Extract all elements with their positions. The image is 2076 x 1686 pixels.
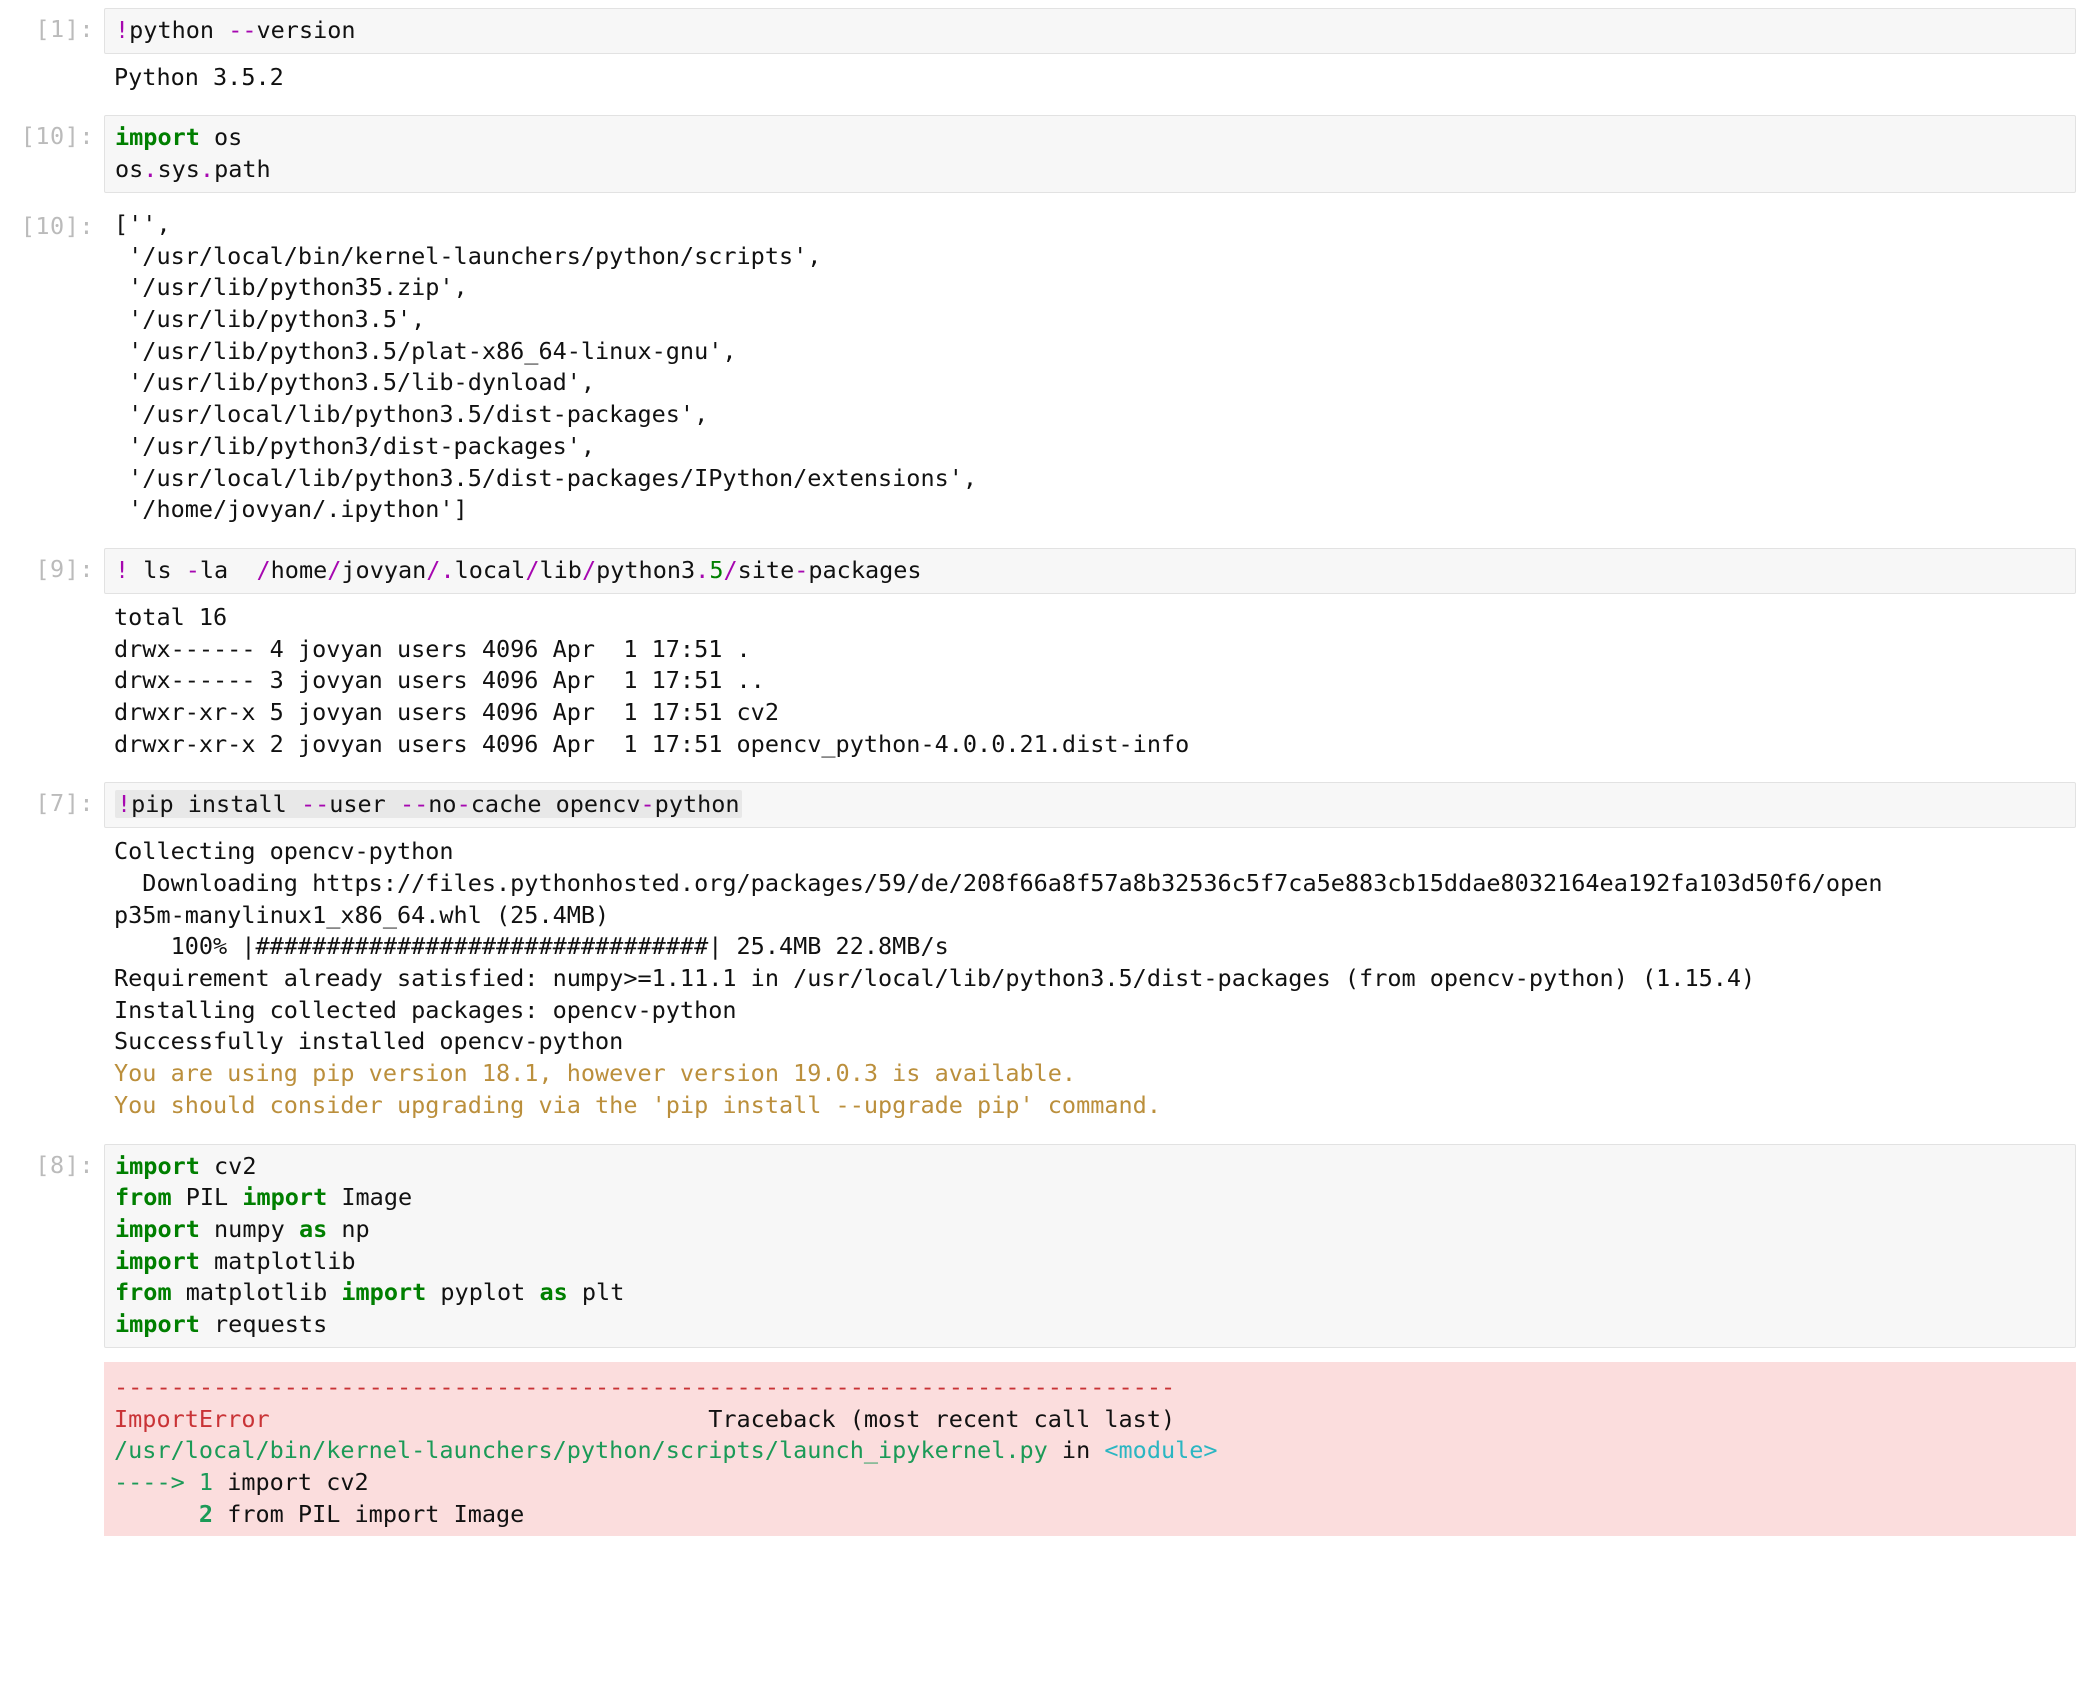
code-input[interactable]: !pip install --user --no-cache opencv-py… (104, 782, 2076, 828)
output-text: Python 3.5.2 (104, 54, 2076, 94)
code-input[interactable]: import os os.sys.path (104, 115, 2076, 192)
output-text: ['', '/usr/local/bin/kernel-launchers/py… (114, 209, 2066, 526)
output-text: Collecting opencv-python Downloading htt… (114, 836, 2066, 1058)
error-output: ----------------------------------------… (104, 1362, 2076, 1537)
output-warning: You are using pip version 18.1, however … (114, 1058, 2066, 1121)
code-input[interactable]: import cv2 from PIL import Image import … (104, 1144, 2076, 1348)
in-prompt: [10]: (0, 115, 104, 192)
code-cell[interactable]: [1]: !python --version Python 3.5.2 (0, 8, 2076, 93)
in-prompt: [1]: (0, 8, 104, 93)
out-prompt: [10]: (0, 205, 104, 526)
code-cell[interactable]: [7]: !pip install --user --no-cache open… (0, 782, 2076, 1121)
in-prompt: [9]: (0, 548, 104, 760)
code-text: !pip install --user --no-cache opencv-py… (115, 789, 2065, 821)
output-text: total 16 drwx------ 4 jovyan users 4096 … (114, 602, 2066, 761)
code-input[interactable]: !python --version (104, 8, 2076, 54)
code-cell[interactable]: [10]: import os os.sys.path (0, 115, 2076, 192)
code-text: ! ls -la /home/jovyan/.local/lib/python3… (115, 555, 2065, 587)
code-cell[interactable]: [9]: ! ls -la /home/jovyan/.local/lib/py… (0, 548, 2076, 760)
code-cell[interactable]: [8]: import cv2 from PIL import Image im… (0, 1144, 2076, 1537)
notebook: [1]: !python --version Python 3.5.2 [10]… (0, 0, 2076, 1536)
in-prompt: [7]: (0, 782, 104, 1121)
code-text: import os os.sys.path (115, 122, 2065, 185)
code-text: !python --version (115, 15, 2065, 47)
code-text: import cv2 from PIL import Image import … (115, 1151, 2065, 1341)
in-prompt: [8]: (0, 1144, 104, 1537)
output-cell: [10]: ['', '/usr/local/bin/kernel-launch… (0, 205, 2076, 526)
code-input[interactable]: ! ls -la /home/jovyan/.local/lib/python3… (104, 548, 2076, 594)
